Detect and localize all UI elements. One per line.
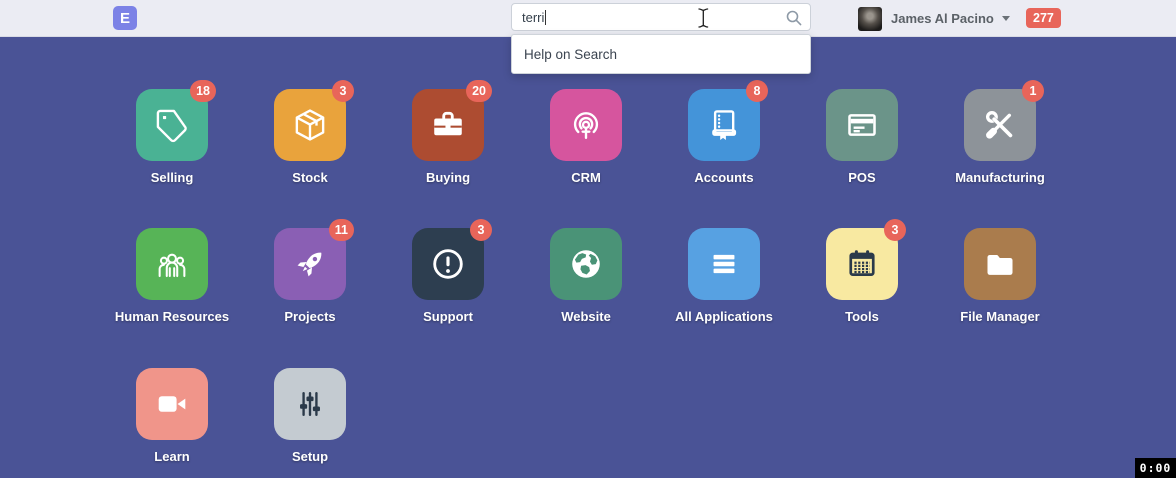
app-row-1: 18 Selling 3 Stock xyxy=(103,89,1069,185)
menu-icon xyxy=(705,245,743,283)
app-tile: 3 xyxy=(826,228,898,300)
app-tile xyxy=(688,228,760,300)
app-badge: 20 xyxy=(466,80,492,102)
app-setup[interactable]: Setup xyxy=(241,368,379,464)
app-tile xyxy=(826,89,898,161)
app-tile xyxy=(550,89,622,161)
app-badge: 8 xyxy=(746,80,768,102)
tag-icon xyxy=(153,106,191,144)
app-all-applications[interactable]: All Applications xyxy=(655,228,793,324)
app-tile: 18 xyxy=(136,89,208,161)
app-file-manager[interactable]: File Manager xyxy=(931,228,1069,324)
briefcase-icon xyxy=(429,106,467,144)
recording-timer: 0:00 xyxy=(1135,458,1176,478)
user-name: James Al Pacino xyxy=(891,11,994,26)
app-badge: 3 xyxy=(884,219,906,241)
box-icon xyxy=(291,106,329,144)
ledger-book-icon xyxy=(705,106,743,144)
app-human-resources[interactable]: Human Resources xyxy=(103,228,241,324)
search-suggestion-label: Help on Search xyxy=(524,47,617,62)
app-label: Human Resources xyxy=(115,309,229,324)
app-label: Projects xyxy=(284,309,335,324)
app-badge: 18 xyxy=(190,80,216,102)
app-stock[interactable]: 3 Stock xyxy=(241,89,379,185)
app-tile: 1 xyxy=(964,89,1036,161)
app-label: All Applications xyxy=(675,309,773,324)
people-icon xyxy=(153,245,191,283)
app-tile xyxy=(274,368,346,440)
app-badge: 3 xyxy=(332,80,354,102)
app-label: Manufacturing xyxy=(955,170,1045,185)
app-row-2: Human Resources 11 Project xyxy=(103,228,1069,324)
chevron-down-icon xyxy=(1002,16,1010,21)
exclamation-circle-icon xyxy=(429,245,467,283)
rocket-icon xyxy=(291,245,329,283)
app-buying[interactable]: 20 Buying xyxy=(379,89,517,185)
app-label: Selling xyxy=(151,170,194,185)
sliders-icon xyxy=(291,385,329,423)
app-label: File Manager xyxy=(960,309,1039,324)
app-label: Tools xyxy=(845,309,879,324)
app-crm[interactable]: CRM xyxy=(517,89,655,185)
app-badge: 1 xyxy=(1022,80,1044,102)
broadcast-person-icon xyxy=(567,106,605,144)
app-label: Setup xyxy=(292,449,328,464)
app-accounts[interactable]: 8 Accounts xyxy=(655,89,793,185)
app-support[interactable]: 3 Support xyxy=(379,228,517,324)
search-value: terri xyxy=(522,10,544,25)
app-projects[interactable]: 11 Projects xyxy=(241,228,379,324)
app-tile: 11 xyxy=(274,228,346,300)
app-badge: 11 xyxy=(329,219,354,241)
tools-crossed-icon xyxy=(981,106,1019,144)
user-menu[interactable]: James Al Pacino xyxy=(858,0,1010,37)
calendar-icon xyxy=(843,245,881,283)
desktop: 18 Selling 3 Stock xyxy=(0,37,1176,478)
text-caret xyxy=(545,10,546,25)
app-row-3: Learn Setup xyxy=(103,368,379,464)
app-tile: 20 xyxy=(412,89,484,161)
app-tile: 3 xyxy=(412,228,484,300)
video-camera-icon xyxy=(153,385,191,423)
app-tools[interactable]: 3 Tools xyxy=(793,228,931,324)
app-pos[interactable]: POS xyxy=(793,89,931,185)
ibeam-cursor xyxy=(697,7,710,29)
notification-count-badge[interactable]: 277 xyxy=(1026,8,1061,28)
app-label: Stock xyxy=(292,170,327,185)
app-badge: 3 xyxy=(470,219,492,241)
app-screen: E terri Help on Search James Al Pacino 2… xyxy=(0,0,1176,478)
pos-terminal-icon xyxy=(843,106,881,144)
app-tile xyxy=(136,368,208,440)
app-tile xyxy=(136,228,208,300)
app-label: Support xyxy=(423,309,473,324)
app-tile: 8 xyxy=(688,89,760,161)
search-input[interactable]: terri xyxy=(511,3,811,31)
search-suggestion-dropdown[interactable]: Help on Search xyxy=(511,34,811,74)
app-label: POS xyxy=(848,170,875,185)
app-tile: 3 xyxy=(274,89,346,161)
app-tile xyxy=(550,228,622,300)
app-tile xyxy=(964,228,1036,300)
app-label: Buying xyxy=(426,170,470,185)
app-selling[interactable]: 18 Selling xyxy=(103,89,241,185)
app-label: Learn xyxy=(154,449,189,464)
user-avatar xyxy=(858,7,882,31)
app-label: Website xyxy=(561,309,611,324)
globe-icon xyxy=(567,245,605,283)
app-manufacturing[interactable]: 1 Manufacturing xyxy=(931,89,1069,185)
navbar: E terri Help on Search James Al Pacino 2… xyxy=(0,0,1176,37)
app-label: CRM xyxy=(571,170,601,185)
app-label: Accounts xyxy=(694,170,753,185)
app-website[interactable]: Website xyxy=(517,228,655,324)
folder-icon xyxy=(981,245,1019,283)
search-icon xyxy=(785,9,803,27)
home-logo[interactable]: E xyxy=(113,6,137,30)
app-learn[interactable]: Learn xyxy=(103,368,241,464)
